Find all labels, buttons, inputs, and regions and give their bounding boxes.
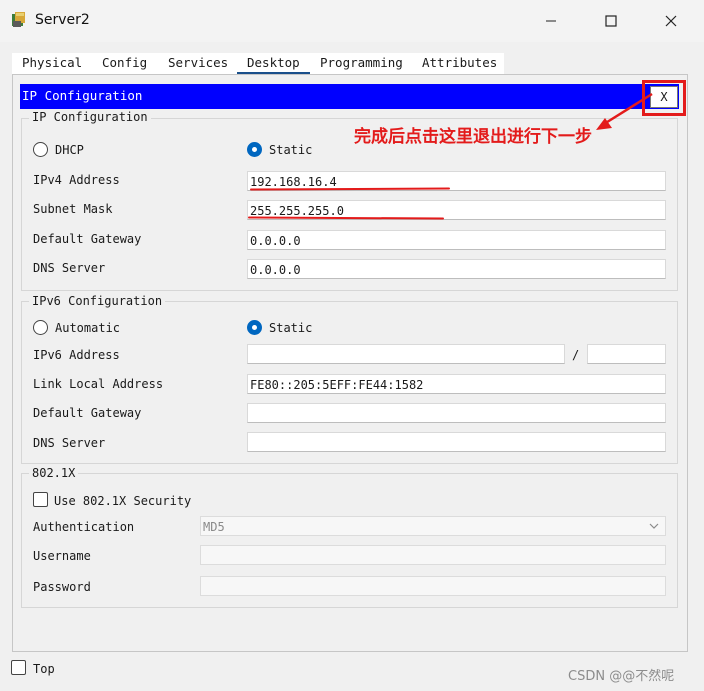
tab-attributes[interactable]: Attributes — [412, 53, 504, 74]
ipv4-address-label: IPv4 Address — [33, 173, 120, 187]
close-icon — [665, 15, 677, 27]
minimize-icon — [546, 20, 556, 22]
tab-physical[interactable]: Physical — [12, 53, 93, 74]
authentication-value: MD5 — [203, 520, 225, 534]
password-label: Password — [33, 580, 91, 594]
tab-programming[interactable]: Programming — [310, 53, 413, 74]
ipv4-gateway-field[interactable]: 0.0.0.0 — [247, 230, 666, 250]
maximize-icon — [605, 15, 617, 27]
window-title: Server2 — [35, 12, 90, 28]
tab-desktop[interactable]: Desktop — [237, 53, 310, 74]
ipv6-address-label: IPv6 Address — [33, 348, 120, 362]
prefix-separator: / — [572, 348, 580, 362]
subnet-mask-label: Subnet Mask — [33, 202, 113, 216]
authentication-select[interactable]: MD5 — [200, 516, 666, 536]
tab-config[interactable]: Config — [92, 53, 158, 74]
ipv6-automatic-label: Automatic — [55, 321, 121, 335]
link-local-label: Link Local Address — [33, 377, 164, 391]
chevron-down-icon — [649, 523, 659, 529]
ipv4-gateway-label: Default Gateway — [33, 232, 142, 246]
annotation-text: 完成后点击这里退出进行下一步 — [354, 127, 592, 147]
use-8021x-label: Use 802.1X Security — [54, 494, 192, 508]
dhcp-radio[interactable] — [33, 142, 48, 157]
ip-config-title: IP Configuration — [22, 88, 143, 103]
tab-services[interactable]: Services — [158, 53, 239, 74]
username-field[interactable] — [200, 545, 666, 565]
watermark: CSDN @@不然呢 — [568, 669, 675, 684]
ipv4-dns-label: DNS Server — [33, 261, 106, 275]
ipv6-gateway-field[interactable] — [247, 403, 666, 423]
minimize-button[interactable] — [536, 8, 566, 34]
server-app-icon — [12, 12, 25, 27]
ipv6-static-label: Static — [269, 321, 313, 335]
ipv6-dns-field[interactable] — [247, 432, 666, 452]
ipv6-dns-label: DNS Server — [33, 436, 106, 450]
ipv6-gateway-label: Default Gateway — [33, 406, 142, 420]
ipv4-static-label: Static — [269, 143, 313, 157]
annotation-arrow-icon — [596, 92, 653, 130]
username-label: Username — [33, 549, 91, 563]
authentication-label: Authentication — [33, 520, 135, 534]
ipv6-prefix-field[interactable] — [587, 344, 666, 364]
dot1x-group-legend: 802.1X — [29, 466, 79, 480]
ipv6-group-legend: IPv6 Configuration — [29, 294, 166, 308]
password-field[interactable] — [200, 576, 666, 596]
ipv6-static-radio[interactable] — [247, 320, 262, 335]
ipv4-group-legend: IP Configuration — [29, 110, 151, 124]
top-checkbox[interactable] — [11, 660, 26, 675]
close-window-button[interactable] — [656, 8, 686, 34]
link-local-field[interactable]: FE80::205:5EFF:FE44:1582 — [247, 374, 666, 394]
top-label: Top — [33, 662, 55, 676]
maximize-button[interactable] — [596, 8, 626, 34]
ipv6-address-field[interactable] — [247, 344, 565, 364]
ipv4-dns-field[interactable]: 0.0.0.0 — [247, 259, 666, 279]
use-8021x-checkbox[interactable] — [33, 492, 48, 507]
ipv4-static-radio[interactable] — [247, 142, 262, 157]
dhcp-label: DHCP — [55, 143, 84, 157]
ipv6-automatic-radio[interactable] — [33, 320, 48, 335]
